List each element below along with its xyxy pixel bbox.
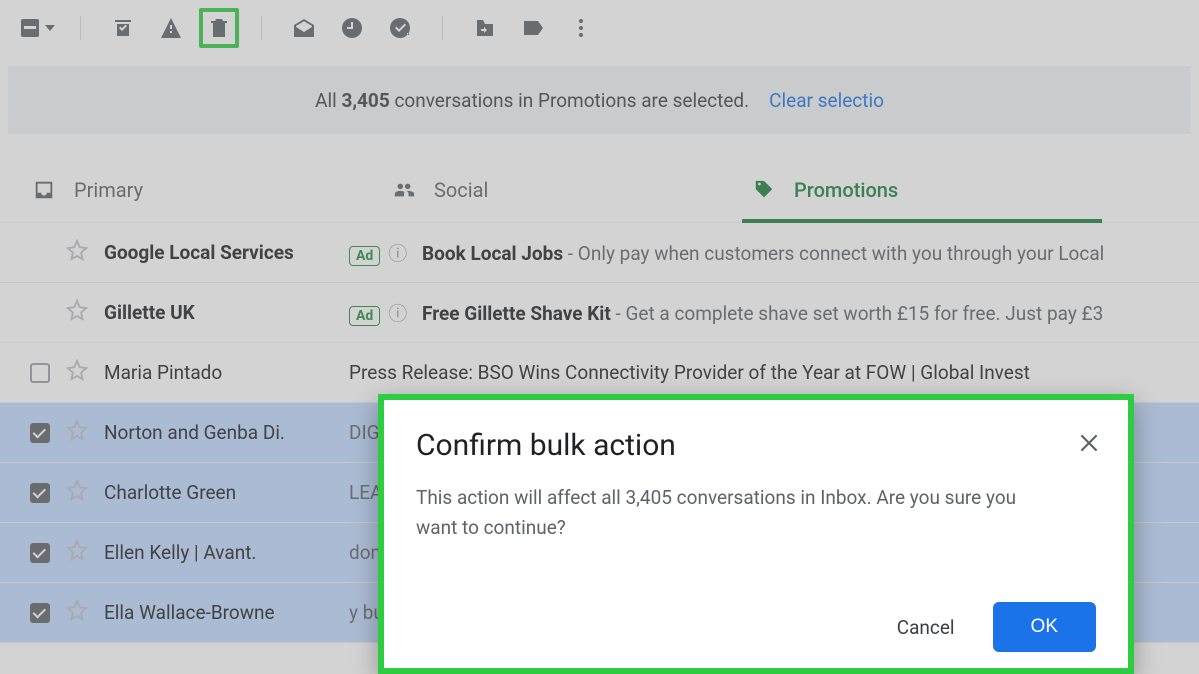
select-all-dropdown[interactable]	[18, 8, 58, 48]
ok-button[interactable]: OK	[993, 602, 1096, 652]
archive-button[interactable]	[103, 8, 143, 48]
mail-open-icon	[292, 16, 316, 40]
cancel-button[interactable]: Cancel	[885, 606, 967, 649]
email-row[interactable]: Gillette UKAd ⓘ Free Gillette Shave Kit -…	[0, 283, 1199, 343]
sender: Google Local Services	[104, 241, 349, 264]
sender: Ellen Kelly | Avant.	[104, 541, 349, 564]
folder-move-icon	[473, 16, 497, 40]
subject: Book Local Jobs	[422, 242, 563, 265]
clear-selection-link[interactable]: Clear selectio	[769, 89, 884, 112]
info-icon[interactable]: ⓘ	[388, 242, 407, 265]
snippet: - Only pay when customers connect with y…	[563, 242, 1104, 265]
star-icon[interactable]	[66, 599, 88, 626]
more-button[interactable]	[561, 8, 601, 48]
close-icon	[1076, 430, 1102, 456]
confirm-bulk-modal: Confirm bulk action This action will aff…	[378, 394, 1134, 674]
move-to-button[interactable]	[465, 8, 505, 48]
tab-social[interactable]: Social	[382, 168, 742, 222]
star-icon[interactable]	[66, 539, 88, 566]
more-vert-icon	[569, 16, 593, 40]
sender: Norton and Genba Di.	[104, 421, 349, 444]
delete-button[interactable]	[199, 8, 239, 48]
email-row[interactable]: Google Local ServicesAd ⓘ Book Local Jobs…	[0, 223, 1199, 283]
sender: Maria Pintado	[104, 361, 349, 384]
people-icon	[392, 179, 416, 201]
minus-icon	[21, 19, 39, 37]
snooze-button[interactable]	[332, 8, 372, 48]
ad-badge: Ad	[349, 246, 380, 266]
star-icon[interactable]	[66, 479, 88, 506]
star-icon[interactable]	[66, 419, 88, 446]
row-checkbox[interactable]	[30, 423, 50, 443]
add-task-button[interactable]	[380, 8, 420, 48]
report-spam-button[interactable]	[151, 8, 191, 48]
caret-down-icon	[45, 25, 55, 31]
modal-actions: Cancel OK	[885, 602, 1096, 652]
star-icon[interactable]	[66, 359, 88, 386]
star-icon[interactable]	[66, 239, 88, 266]
inbox-icon	[32, 179, 56, 201]
subject: Free Gillette Shave Kit	[422, 302, 611, 325]
star-icon[interactable]	[66, 299, 88, 326]
spam-icon	[159, 16, 183, 40]
tab-label: Primary	[74, 178, 143, 202]
row-checkbox[interactable]	[30, 543, 50, 563]
modal-close-button[interactable]	[1076, 430, 1102, 460]
category-tabs: Primary Social Promotions	[0, 168, 1199, 223]
sender: Ella Wallace-Browne	[104, 601, 349, 624]
divider	[261, 16, 262, 40]
toolbar	[0, 0, 1199, 56]
mark-unread-button[interactable]	[284, 8, 324, 48]
clock-icon	[340, 16, 364, 40]
divider	[80, 16, 81, 40]
row-checkbox[interactable]	[30, 363, 50, 383]
row-checkbox[interactable]	[30, 603, 50, 623]
tab-promotions[interactable]: Promotions	[742, 168, 1102, 222]
modal-title: Confirm bulk action	[416, 428, 1096, 463]
info-icon[interactable]: ⓘ	[388, 302, 407, 325]
tab-label: Promotions	[794, 178, 898, 202]
subject: Press Release: BSO Wins Connectivity Pro…	[349, 361, 1030, 384]
sender: Charlotte Green	[104, 481, 349, 504]
labels-button[interactable]	[513, 8, 553, 48]
task-add-icon	[388, 16, 412, 40]
divider	[442, 16, 443, 40]
snippet: - Get a complete shave set worth £15 for…	[611, 302, 1103, 325]
modal-body: This action will affect all 3,405 conver…	[416, 483, 1056, 544]
sender: Gillette UK	[104, 301, 349, 324]
trash-icon	[207, 16, 231, 40]
tab-primary[interactable]: Primary	[22, 168, 382, 222]
archive-icon	[111, 16, 135, 40]
tab-label: Social	[434, 178, 488, 202]
row-checkbox[interactable]	[30, 483, 50, 503]
ad-badge: Ad	[349, 306, 380, 326]
tag-icon	[752, 179, 776, 201]
selection-banner: All 3,405 conversations in Promotions ar…	[8, 66, 1191, 134]
banner-text: All 3,405 conversations in Promotions ar…	[315, 89, 749, 112]
label-icon	[521, 16, 545, 40]
